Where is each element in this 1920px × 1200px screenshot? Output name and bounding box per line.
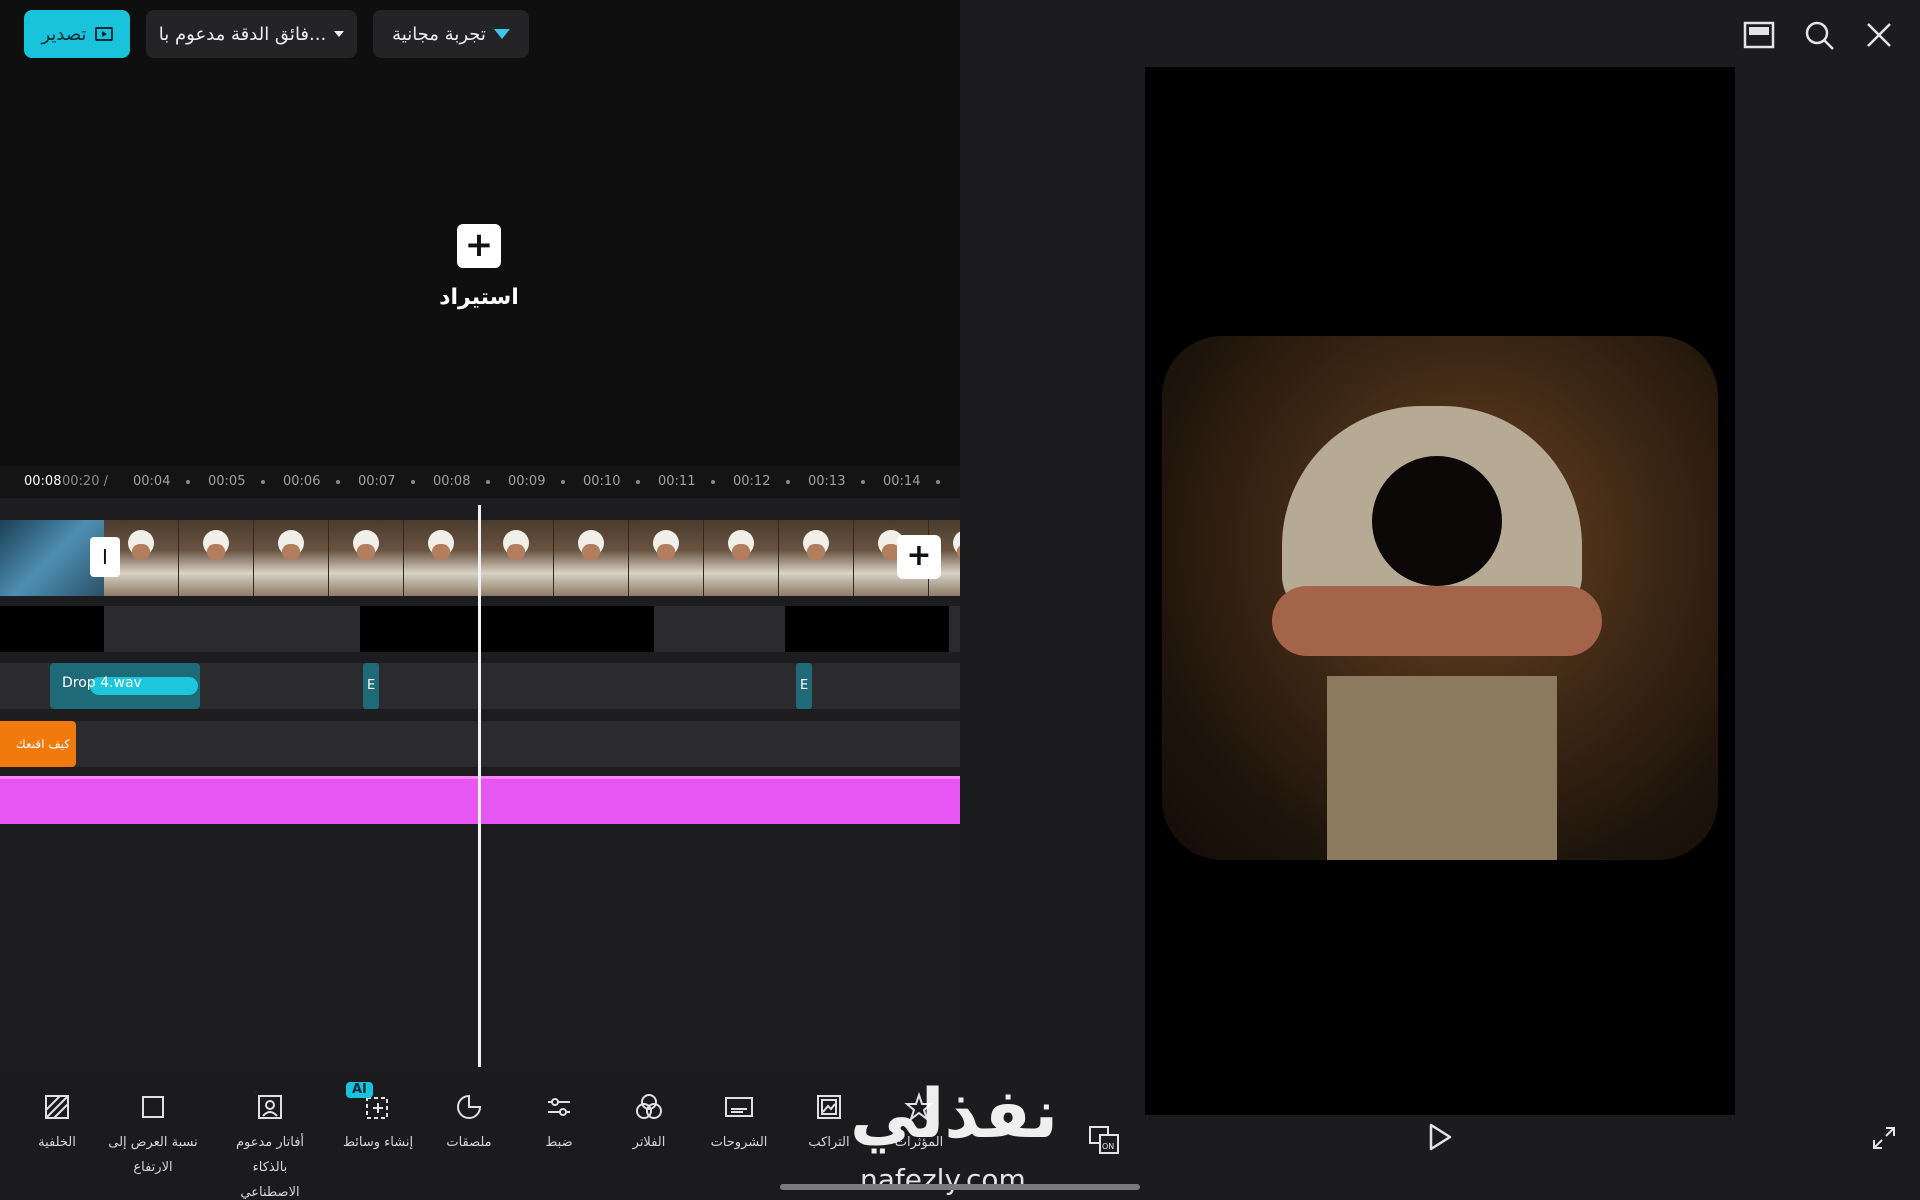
tick-label: 00:05	[208, 474, 246, 489]
tool-aspect-ratio[interactable]: نسبة العرض إلى الارتفاع	[105, 1092, 201, 1180]
transition-marker[interactable]: I	[90, 537, 120, 577]
resolution-dropdown[interactable]: فائق الدقة مدعوم با...	[146, 10, 357, 58]
tool-label: الفلاتر	[632, 1135, 666, 1150]
tick-dot	[261, 480, 265, 484]
tick-dot	[636, 480, 640, 484]
bottom-toolbar: الخلفية نسبة العرض إلى الارتفاع أفاتار م…	[0, 1072, 960, 1200]
export-icon	[94, 27, 113, 41]
adjust-icon	[544, 1092, 574, 1122]
svg-text:ON: ON	[1102, 1142, 1114, 1151]
text-clip[interactable]: كيف اقنعك	[0, 721, 76, 767]
add-clip-button[interactable]: +	[897, 535, 941, 579]
video-thumbnail[interactable]	[554, 520, 629, 596]
tick-dot	[936, 480, 940, 484]
export-label: تصدير	[41, 23, 87, 45]
total-time: 00:20 /	[62, 474, 108, 489]
watermark-english: nafezly.com	[860, 1163, 1026, 1196]
ai-badge: AI	[346, 1082, 373, 1098]
tick-label: 00:10	[583, 474, 621, 489]
tick-dot	[411, 480, 415, 484]
import-label[interactable]: استيراد	[420, 285, 538, 310]
tick-dot	[786, 480, 790, 484]
background-segment[interactable]	[0, 606, 104, 652]
app-root: تصدير فائق الدقة مدعوم با... تجربة مجاني…	[0, 0, 1920, 1200]
tick-label: 00:12	[733, 474, 771, 489]
tool-create-media[interactable]: إنشاء وسائط	[330, 1092, 426, 1155]
video-thumbnail[interactable]	[0, 520, 104, 596]
tool-label: الشروحات	[710, 1135, 768, 1150]
tool-filters[interactable]: الفلاتر	[601, 1092, 697, 1155]
tool-adjust[interactable]: ضبط	[511, 1092, 607, 1155]
overlay-icon	[814, 1092, 844, 1122]
tool-ai-avatar[interactable]: أفاتار مدعوم بالذكاء الاصطناعي	[222, 1090, 318, 1200]
free-trial-button[interactable]: تجربة مجانية	[373, 10, 529, 58]
tool-label: ضبط	[545, 1135, 573, 1150]
diamond-icon	[493, 29, 510, 39]
tick-dot	[711, 480, 715, 484]
audio-clip[interactable]: E	[363, 663, 379, 709]
video-thumbnail[interactable]	[404, 520, 479, 596]
chevron-down-icon	[334, 31, 345, 37]
video-thumbnail[interactable]	[779, 520, 854, 596]
video-thumbnail[interactable]	[479, 520, 554, 596]
video-thumbnail[interactable]	[254, 520, 329, 596]
audio-clip[interactable]: Drop 4.wav	[50, 663, 200, 709]
captions-icon	[724, 1092, 754, 1122]
preview-frame-image	[1162, 336, 1718, 860]
time-ruler: 00:08 00:20 / 00:04 00:05 00:06 00:07 00…	[0, 466, 960, 498]
tick-dot	[486, 480, 490, 484]
watermark-arabic: نفذلي	[850, 1075, 1059, 1154]
tool-label: أفاتار مدعوم بالذكاء الاصطناعي	[235, 1135, 305, 1200]
fullscreen-icon[interactable]	[1872, 1126, 1896, 1150]
tool-label: نسبة العرض إلى الارتفاع	[108, 1135, 198, 1175]
home-indicator[interactable]	[780, 1184, 1140, 1190]
search-icon[interactable]	[1802, 18, 1836, 52]
tool-stickers[interactable]: ملصقات	[421, 1092, 517, 1155]
audio-clip-label: Drop 4.wav	[62, 675, 142, 691]
tick-dot	[186, 480, 190, 484]
tool-label: ملصقات	[446, 1135, 492, 1150]
background-segment[interactable]	[785, 606, 949, 652]
tick-label: 00:08	[433, 474, 471, 489]
filters-icon	[634, 1092, 664, 1122]
media-area: تصدير فائق الدقة مدعوم با... تجربة مجاني…	[0, 0, 960, 466]
tool-captions[interactable]: الشروحات	[691, 1092, 787, 1155]
trial-label: تجربة مجانية	[392, 23, 486, 45]
tick-label: 00:11	[658, 474, 696, 489]
current-time: 00:08	[24, 474, 62, 489]
tool-background[interactable]: الخلفية	[9, 1092, 105, 1155]
editor-panel: تصدير فائق الدقة مدعوم با... تجربة مجاني…	[0, 0, 960, 1200]
tick-label: 00:14	[883, 474, 921, 489]
import-plus-button[interactable]: +	[457, 224, 501, 268]
stickers-icon	[454, 1092, 484, 1122]
tick-label: 00:04	[133, 474, 171, 489]
tick-dot	[861, 480, 865, 484]
tick-label: 00:09	[508, 474, 546, 489]
background-segment[interactable]	[360, 606, 654, 652]
video-thumbnail[interactable]	[629, 520, 704, 596]
layout-icon[interactable]	[1742, 18, 1776, 52]
video-thumbnail[interactable]	[704, 520, 779, 596]
tick-dot	[561, 480, 565, 484]
close-icon[interactable]	[1862, 18, 1896, 52]
tool-label: إنشاء وسائط	[342, 1135, 414, 1150]
export-button[interactable]: تصدير	[24, 10, 130, 58]
video-thumbnail[interactable]	[179, 520, 254, 596]
tool-label: الخلفية	[38, 1135, 76, 1150]
background-icon	[42, 1092, 72, 1122]
playhead[interactable]	[478, 505, 481, 1067]
tick-label: 00:07	[358, 474, 396, 489]
video-thumbnail[interactable]	[329, 520, 404, 596]
tick-dot	[336, 480, 340, 484]
tick-label: 00:06	[283, 474, 321, 489]
screen-on-icon[interactable]: ON	[1088, 1125, 1120, 1155]
audio-clip[interactable]: E	[796, 663, 812, 709]
aspect-ratio-icon	[138, 1092, 168, 1122]
tick-label: 00:13	[808, 474, 846, 489]
resolution-label: فائق الدقة مدعوم با...	[158, 23, 327, 45]
player-panel: ON	[960, 0, 1920, 1200]
ai-avatar-icon	[251, 1090, 285, 1122]
play-icon[interactable]	[1426, 1122, 1454, 1152]
